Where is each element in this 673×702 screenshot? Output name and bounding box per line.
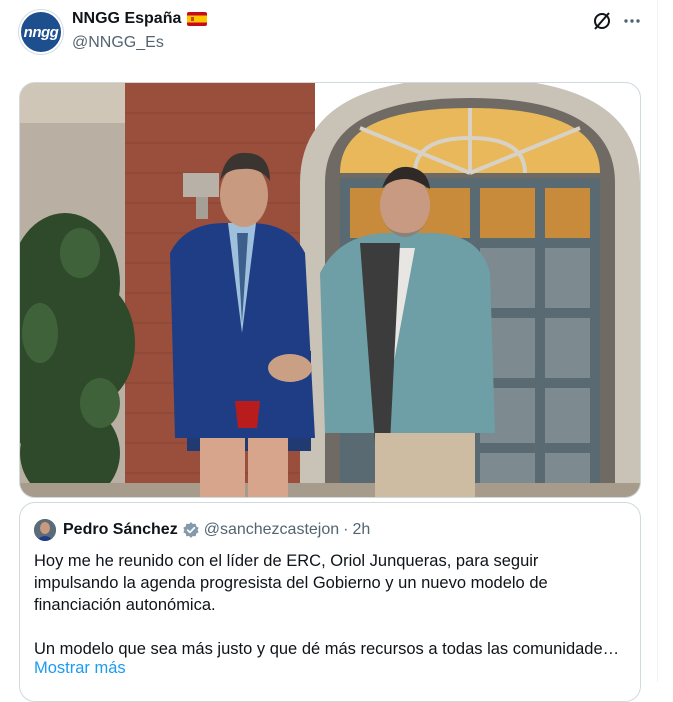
quoted-post[interactable]: Pedro Sánchez @sanchezcastejon · 2h Hoy … (19, 502, 641, 702)
quoted-author-handle[interactable]: @sanchezcastejon (204, 521, 339, 539)
separator-dot: · (343, 521, 349, 538)
post-photo (20, 83, 640, 497)
avatar[interactable]: nngg (19, 10, 63, 54)
author-handle[interactable]: @NNGG_Es (72, 34, 164, 52)
post-image[interactable] (19, 82, 641, 498)
spain-flag-icon (187, 12, 208, 26)
grok-icon[interactable] (590, 9, 614, 33)
verified-badge-icon (183, 522, 199, 538)
timeline-divider (657, 0, 658, 682)
quoted-post-text: Hoy me he reunido con el líder de ERC, O… (34, 550, 634, 660)
quoted-post-time[interactable]: 2h (352, 521, 370, 539)
author-display-name[interactable]: NNGG España (72, 10, 181, 28)
quoted-post-header: Pedro Sánchez @sanchezcastejon · 2h (34, 519, 370, 541)
more-options-icon[interactable] (622, 9, 642, 33)
quoted-text-line: Hoy me he reunido con el líder de ERC, O… (34, 552, 539, 570)
avatar-logo-text: nngg (23, 23, 59, 41)
author-name-row[interactable]: NNGG España (72, 10, 208, 28)
quoted-text-line: impulsando la agenda progresista del Gob… (34, 574, 548, 592)
quoted-author-name[interactable]: Pedro Sánchez (63, 521, 178, 539)
quoted-text-line: Un modelo que sea más justo y que dé más… (34, 640, 620, 658)
quoted-author-avatar[interactable] (34, 519, 56, 541)
quoted-text-line: financiación autonómica. (34, 596, 216, 614)
show-more-link[interactable]: Mostrar más (34, 659, 126, 678)
